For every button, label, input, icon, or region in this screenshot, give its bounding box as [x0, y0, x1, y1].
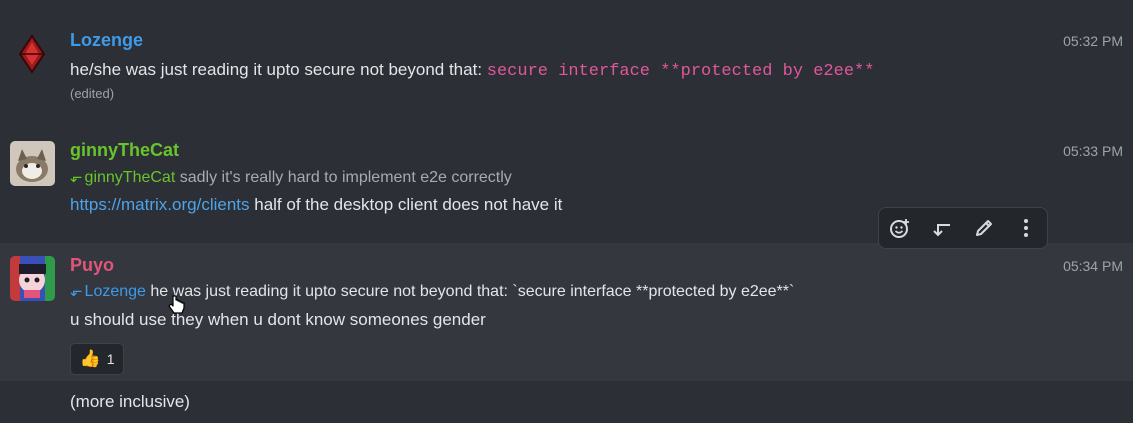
timestamp: 05:32 PM: [1063, 33, 1123, 49]
message-text: half of the desktop client does not have…: [254, 195, 563, 214]
reply-sender[interactable]: ginnyTheCat: [85, 169, 176, 186]
edit-button[interactable]: [969, 213, 999, 243]
message-body: https://matrix.org/clients half of the d…: [70, 195, 562, 215]
reaction-count: 1: [106, 351, 115, 367]
reply-icon: [933, 224, 950, 237]
message-lozenge: Lozenge 05:32 PM he/she was just reading…: [0, 0, 1133, 120]
avatar-ginny[interactable]: [10, 141, 55, 186]
more-options-button[interactable]: [1011, 213, 1041, 243]
cat-avatar-icon: [10, 141, 55, 186]
sender-name[interactable]: ginnyTheCat: [70, 140, 179, 161]
reply-text: sadly it's really hard to implement e2e …: [179, 169, 512, 186]
timestamp: 05:34 PM: [1063, 258, 1123, 274]
edited-label: (edited): [70, 86, 115, 101]
message-text: he/she was just reading it upto secure n…: [70, 60, 483, 79]
message-text: u should use they when u dont know someo…: [70, 310, 486, 329]
reply-sender[interactable]: Lozenge: [85, 283, 146, 300]
reaction-thumbs-up[interactable]: 👍 1: [70, 343, 124, 375]
reply-arrow-icon: ⬐: [70, 283, 83, 300]
sender-name[interactable]: Puyo: [70, 255, 114, 276]
reply-button[interactable]: [927, 213, 957, 243]
avatar-puyo[interactable]: [10, 256, 55, 301]
reply-quote[interactable]: ⬐ ginnyTheCat sadly it's really hard to i…: [70, 168, 512, 187]
edit-icon: [976, 220, 992, 236]
reply-arrow-icon: ⬐: [70, 169, 83, 186]
message-body: he/she was just reading it upto secure n…: [70, 60, 874, 81]
avatar-lozenge[interactable]: [10, 32, 55, 77]
hand-cursor-icon: [168, 295, 185, 314]
message-text: (more inclusive): [70, 392, 190, 411]
puyo-avatar-icon: [10, 256, 55, 301]
timestamp: 05:33 PM: [1063, 143, 1123, 159]
add-reaction-icon: [890, 219, 909, 238]
lozenge-avatar-icon: [18, 34, 46, 74]
message-link[interactable]: https://matrix.org/clients: [70, 195, 250, 214]
more-options-icon: [1024, 219, 1028, 237]
sender-name[interactable]: Lozenge: [70, 30, 143, 51]
inline-code: secure interface **protected by e2ee**: [486, 62, 875, 81]
reply-text: he was just reading it upto secure not b…: [150, 283, 795, 300]
message-action-toolbar: [878, 207, 1048, 249]
add-reaction-button[interactable]: [885, 213, 915, 243]
thumbs-up-icon: 👍: [79, 349, 101, 368]
